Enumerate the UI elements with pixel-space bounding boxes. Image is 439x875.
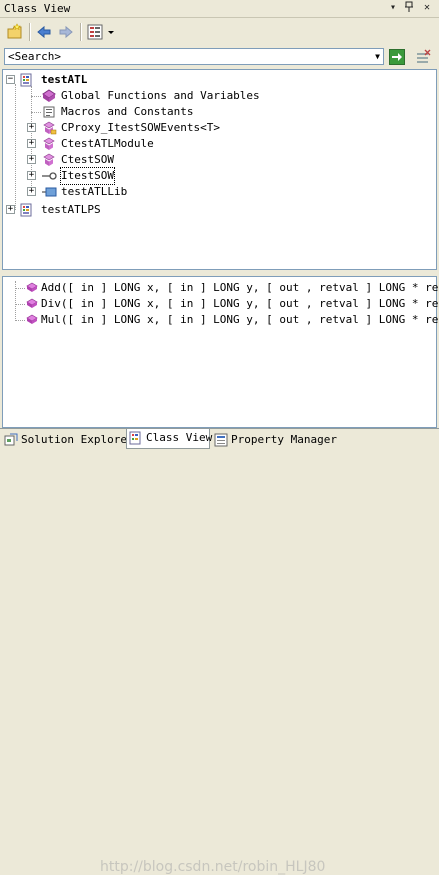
expand-icon[interactable]: +: [27, 187, 36, 196]
tree-node-label: Macros and Constants: [61, 105, 194, 118]
search-dropdown-icon[interactable]: ▼: [372, 49, 383, 64]
tree-node-label: testATLLib: [61, 185, 128, 198]
expand-icon[interactable]: +: [6, 205, 15, 214]
tool-window-tabs: Solution Explorer Class View Property Ma…: [0, 428, 439, 875]
tree-node-testatlps[interactable]: + testATLPS: [3, 202, 433, 218]
method-icon: [25, 313, 41, 327]
expand-icon[interactable]: +: [27, 155, 36, 164]
search-go-icon[interactable]: [389, 49, 405, 65]
class-icon: [41, 153, 57, 167]
property-manager-icon: [214, 433, 228, 447]
member-label: Div([ in ] LONG x, [ in ] LONG y, [ out …: [41, 297, 439, 310]
class-tree[interactable]: − testATL Global Functions and Variables…: [2, 69, 437, 270]
class-icon: [41, 121, 57, 135]
tab-label: Solution Explorer: [21, 433, 134, 446]
tab-label: Property Manager: [231, 433, 337, 446]
tree-node-testATL[interactable]: − testATL: [3, 72, 433, 88]
tree-node-testatllib[interactable]: + testATLLib: [3, 184, 433, 200]
library-icon: [41, 185, 57, 199]
expand-icon[interactable]: +: [27, 139, 36, 148]
globals-icon: [41, 89, 57, 103]
member-label: Mul([ in ] LONG x, [ in ] LONG y, [ out …: [41, 313, 439, 326]
solution-explorer-icon: [4, 433, 18, 447]
tree-node-ctestsow[interactable]: + CtestSOW: [3, 152, 433, 168]
toolbar-separator: [29, 23, 31, 41]
tree-node-macros[interactable]: Macros and Constants: [3, 104, 433, 120]
forward-arrow-icon[interactable]: [57, 23, 75, 41]
back-arrow-icon[interactable]: [35, 23, 53, 41]
auto-hide-pin-icon[interactable]: [402, 1, 416, 15]
tree-connector: [15, 320, 25, 321]
tab-label: Class View: [146, 431, 213, 444]
toolbar-separator: [80, 23, 82, 41]
member-label: Add([ in ] LONG x, [ in ] LONG y, [ out …: [41, 281, 439, 294]
tree-connector: [31, 96, 41, 97]
tab-property-manager[interactable]: Property Manager: [212, 431, 342, 449]
tree-node-label: ItestSOW: [60, 167, 115, 185]
member-add[interactable]: Add([ in ] LONG x, [ in ] LONG y, [ out …: [3, 280, 439, 296]
tree-node-label: CtestSOW: [61, 153, 114, 166]
tree-node-label: CtestATLModule: [61, 137, 154, 150]
title-bar: Class View ▾ ✕: [0, 0, 439, 18]
project-icon: [19, 73, 35, 87]
tree-node-global-functions[interactable]: Global Functions and Variables: [3, 88, 433, 104]
members-list[interactable]: Add([ in ] LONG x, [ in ] LONG y, [ out …: [2, 276, 439, 428]
expand-icon[interactable]: +: [27, 123, 36, 132]
expand-icon[interactable]: +: [27, 171, 36, 180]
tree-node-label: testATLPS: [41, 203, 101, 216]
tree-node-label: Global Functions and Variables: [61, 89, 260, 102]
class-icon: [41, 137, 57, 151]
tree-node-cproxy[interactable]: + CProxy_ItestSOWEvents<T>: [3, 120, 433, 136]
collapse-icon[interactable]: −: [6, 75, 15, 84]
toolbar: [0, 19, 439, 45]
new-folder-icon[interactable]: [6, 23, 24, 41]
sort-view-dropdown-icon[interactable]: [86, 23, 116, 41]
clear-search-icon[interactable]: [414, 49, 432, 65]
tree-connector: [31, 112, 41, 113]
member-mul[interactable]: Mul([ in ] LONG x, [ in ] LONG y, [ out …: [3, 312, 439, 328]
tree-node-label: testATL: [41, 73, 88, 86]
project-icon: [19, 203, 35, 217]
tree-connector: [15, 304, 25, 305]
window-position-dropdown-icon[interactable]: ▾: [386, 1, 400, 15]
tab-class-view[interactable]: Class View: [126, 429, 213, 449]
tab-solution-explorer[interactable]: Solution Explorer: [2, 431, 134, 449]
close-icon[interactable]: ✕: [420, 1, 434, 15]
interface-icon: [41, 169, 57, 183]
window-title: Class View: [4, 2, 71, 15]
search-row: ▼: [0, 46, 439, 68]
search-input[interactable]: [4, 48, 384, 65]
tree-node-label: CProxy_ItestSOWEvents<T>: [61, 121, 220, 134]
member-div[interactable]: Div([ in ] LONG x, [ in ] LONG y, [ out …: [3, 296, 439, 312]
watermark: http://blog.csdn.net/robin_HLJ80: [100, 859, 326, 875]
tree-node-itestsow[interactable]: + ItestSOW: [3, 167, 433, 185]
tree-connector: [15, 288, 25, 289]
method-icon: [25, 281, 41, 295]
macros-icon: [41, 105, 57, 119]
method-icon: [25, 297, 41, 311]
class-view-icon: [129, 431, 143, 445]
tree-node-ctestatlmodule[interactable]: + CtestATLModule: [3, 136, 433, 152]
